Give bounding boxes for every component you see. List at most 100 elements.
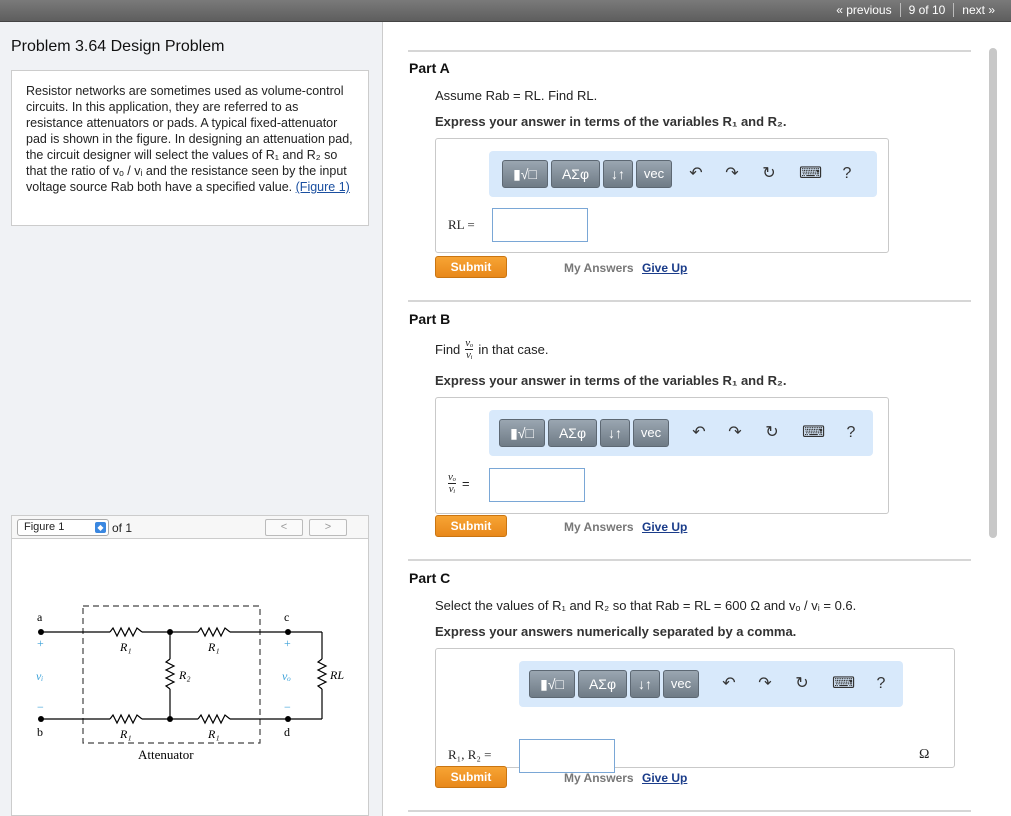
- figure-select[interactable]: Figure 1 ◆: [17, 519, 109, 536]
- input-plus-label: +: [37, 636, 44, 650]
- figure-next-button[interactable]: >: [309, 519, 347, 536]
- greek-button[interactable]: ΑΣφ: [578, 670, 627, 698]
- vi-label: vᵢ: [36, 669, 43, 683]
- figure-prev-button[interactable]: <: [265, 519, 303, 536]
- part-b-answer-box: ▮√□ ΑΣφ ↓↑ vec ↶ ↷ ↻ ⌨ ? vₒ vᵢ =: [435, 397, 889, 514]
- problem-text: Resistor networks are sometimes used as …: [26, 84, 353, 194]
- part-c-unit: Ω: [919, 747, 930, 762]
- arrows-button[interactable]: ↓↑: [603, 160, 633, 188]
- vec-button[interactable]: vec: [633, 419, 669, 447]
- part-b-my-answers-link[interactable]: My Answers: [564, 520, 634, 534]
- part-b-give-up-link[interactable]: Give Up: [642, 520, 687, 534]
- figure-select-value: Figure 1: [24, 521, 65, 533]
- node-c-label: c: [284, 610, 289, 624]
- part-c-give-up-link[interactable]: Give Up: [642, 771, 687, 785]
- part-a-math-toolbar: ▮√□ ΑΣφ ↓↑ vec ↶ ↷ ↻ ⌨ ?: [489, 151, 877, 197]
- part-a-give-up-link[interactable]: Give Up: [642, 261, 687, 275]
- templates-button[interactable]: ▮√□: [502, 160, 548, 188]
- part-b-instruction: Express your answer in terms of the vari…: [435, 373, 787, 388]
- r1-bottom-right-label: R₁: [207, 727, 220, 741]
- attenuator-circuit-diagram: a b c d + − + − vᵢ vₒ R₁ R₁ R₁ R₁ R₂ RL …: [36, 605, 344, 762]
- problem-panel: Problem 3.64 Design Problem Resistor net…: [0, 22, 383, 816]
- scrollbar[interactable]: [989, 48, 997, 538]
- r1-top-right-label: R₁: [207, 640, 220, 654]
- figure-area: a b c d + − + − vᵢ vₒ R₁ R₁ R₁ R₁ R₂ RL …: [11, 539, 369, 816]
- vec-button[interactable]: vec: [663, 670, 699, 698]
- output-plus-label: +: [284, 636, 291, 650]
- redo-icon[interactable]: ↷: [755, 674, 775, 694]
- arrows-button[interactable]: ↓↑: [600, 419, 630, 447]
- answer-denominator: vᵢ: [448, 483, 456, 495]
- part-b-divider: [408, 300, 971, 302]
- figure-link[interactable]: (Figure 1): [296, 180, 350, 194]
- templates-button[interactable]: ▮√□: [499, 419, 545, 447]
- undo-icon[interactable]: ↶: [689, 423, 709, 443]
- input-minus-label: −: [37, 700, 44, 714]
- help-icon[interactable]: ?: [841, 423, 861, 443]
- attenuator-caption: Attenuator: [138, 747, 194, 762]
- node-d-label: d: [284, 725, 290, 739]
- help-icon[interactable]: ?: [837, 164, 857, 184]
- greek-button[interactable]: ΑΣφ: [548, 419, 597, 447]
- help-icon[interactable]: ?: [871, 674, 891, 694]
- arrows-button[interactable]: ↓↑: [630, 670, 660, 698]
- node-b-label: b: [37, 725, 43, 739]
- templates-button[interactable]: ▮√□: [529, 670, 575, 698]
- part-a-label: Part A: [409, 60, 450, 76]
- part-a-answer-label: RL =: [448, 217, 475, 232]
- part-a-submit-button[interactable]: Submit: [435, 256, 507, 278]
- fraction-numerator: vₒ: [465, 336, 474, 350]
- part-c-question: Select the values of R₁ and R₂ so that R…: [435, 598, 857, 613]
- part-c-math-toolbar: ▮√□ ΑΣφ ↓↑ vec ↶ ↷ ↻ ⌨ ?: [519, 661, 903, 707]
- part-b-label: Part B: [409, 311, 451, 327]
- part-b-question-pre: Find: [435, 341, 461, 357]
- part-c-instruction: Express your answers numerically separat…: [435, 624, 797, 639]
- rl-label: RL: [329, 668, 344, 682]
- part-a-question: Assume Rab = RL. Find RL.: [435, 88, 598, 103]
- part-c-answer-box: ▮√□ ΑΣφ ↓↑ vec ↶ ↷ ↻ ⌨ ? R₁, R₂ = Ω: [435, 648, 955, 773]
- part-a-divider: [408, 50, 971, 52]
- part-a-instruction: Express your answer in terms of the vari…: [435, 114, 787, 129]
- answer-fraction: vₒ vᵢ: [448, 472, 457, 495]
- top-bar: « previous 9 of 10 next »: [0, 0, 1011, 22]
- part-c-answer-label: R₁, R₂ =: [448, 747, 492, 762]
- output-minus-label: −: [284, 700, 291, 714]
- part-c-submit-button[interactable]: Submit: [435, 766, 507, 788]
- undo-icon[interactable]: ↶: [686, 164, 706, 184]
- part-b-answer-input[interactable]: [489, 468, 585, 502]
- vec-button[interactable]: vec: [636, 160, 672, 188]
- redo-icon[interactable]: ↷: [725, 423, 745, 443]
- part-b-submit-button[interactable]: Submit: [435, 515, 507, 537]
- part-c-answer-input[interactable]: [519, 739, 615, 773]
- answer-equals: =: [462, 476, 470, 491]
- part-b-question-post: in that case.: [478, 341, 549, 357]
- r1-bottom-left-label: R₁: [119, 727, 132, 741]
- problem-title: Problem 3.64 Design Problem: [11, 38, 225, 55]
- part-b-question-fraction: vₒ vᵢ: [465, 336, 474, 361]
- node-a-label: a: [37, 610, 43, 624]
- part-b-question: Find vₒ vᵢ in that case.: [435, 334, 548, 364]
- fraction-denominator: vᵢ: [466, 348, 473, 361]
- reset-icon[interactable]: ↻: [792, 674, 812, 694]
- keyboard-icon[interactable]: ⌨: [802, 423, 825, 443]
- part-b-answer-label: vₒ vᵢ =: [448, 472, 470, 495]
- item-navigation: « previous 9 of 10 next »: [828, 3, 1003, 17]
- keyboard-icon[interactable]: ⌨: [799, 164, 822, 184]
- previous-link[interactable]: « previous: [828, 3, 899, 17]
- undo-icon[interactable]: ↶: [719, 674, 739, 694]
- part-c-label: Part C: [409, 570, 451, 586]
- part-c-divider: [408, 559, 971, 561]
- select-arrows-icon: ◆: [95, 522, 106, 533]
- part-a-my-answers-link[interactable]: My Answers: [564, 261, 634, 275]
- keyboard-icon[interactable]: ⌨: [832, 674, 855, 694]
- redo-icon[interactable]: ↷: [722, 164, 742, 184]
- reset-icon[interactable]: ↻: [762, 423, 782, 443]
- reset-icon[interactable]: ↻: [759, 164, 779, 184]
- part-c-my-answers-link[interactable]: My Answers: [564, 771, 634, 785]
- vo-label: vₒ: [282, 669, 291, 683]
- r1-top-left-label: R₁: [119, 640, 132, 654]
- next-link[interactable]: next »: [953, 3, 1003, 17]
- greek-button[interactable]: ΑΣφ: [551, 160, 600, 188]
- item-position: 9 of 10: [899, 3, 954, 17]
- part-a-answer-input[interactable]: [492, 208, 588, 242]
